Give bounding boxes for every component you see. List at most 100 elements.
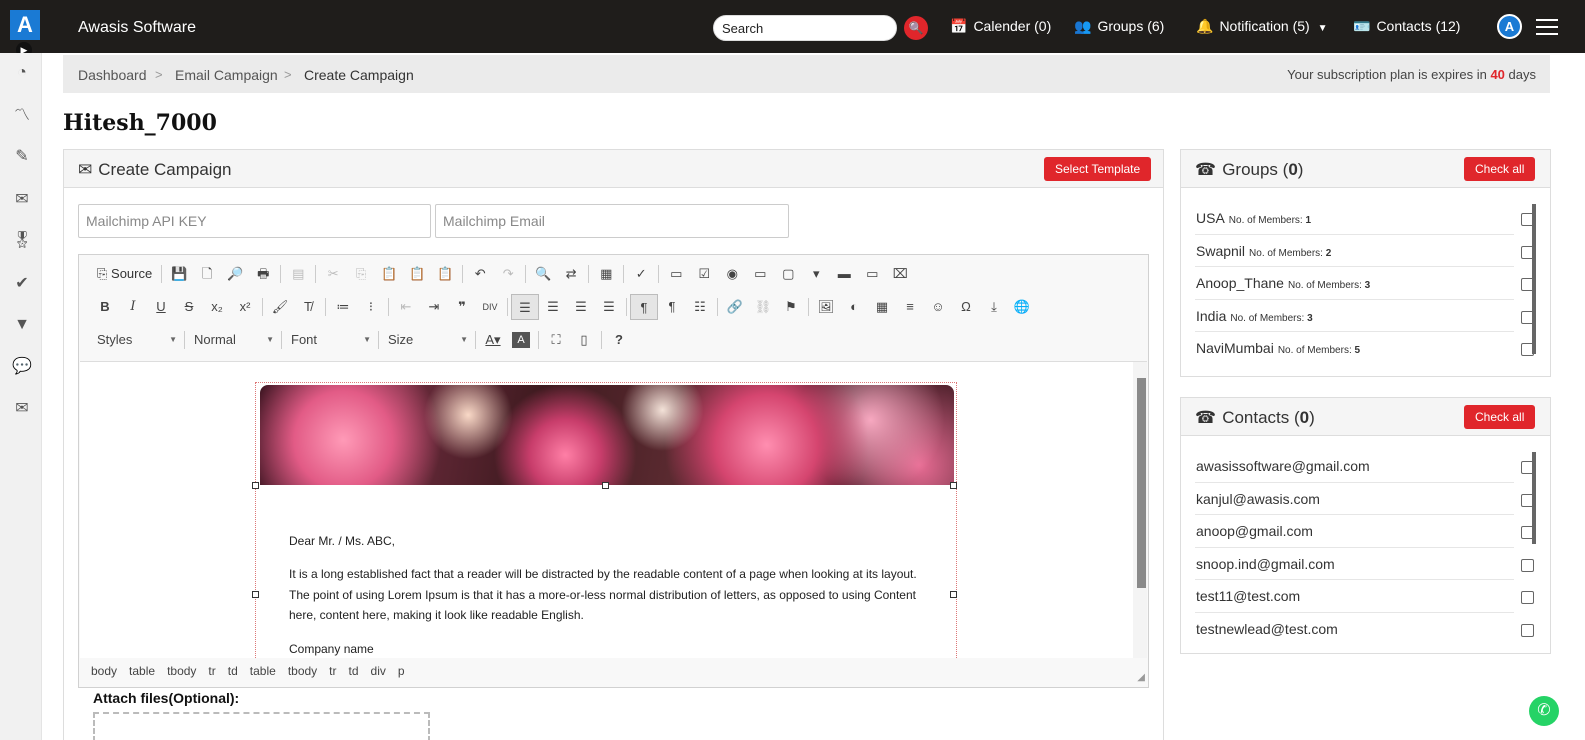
mailchimp-api-key-input[interactable] (78, 204, 431, 238)
whatsapp-icon[interactable]: ✆ (1529, 696, 1559, 726)
award-icon[interactable]: 🎖 (12, 231, 32, 251)
path-item[interactable]: tr (208, 664, 215, 678)
user-avatar[interactable]: A (1497, 14, 1522, 39)
remove-format-icon[interactable]: T̸ (294, 294, 322, 320)
mailchimp-email-input[interactable] (435, 204, 789, 238)
select-field-icon[interactable]: ▾ (802, 261, 830, 287)
edit-icon[interactable]: ✎ (12, 147, 32, 167)
templates-icon[interactable]: ▤ (284, 261, 312, 287)
contact-checkbox[interactable] (1521, 558, 1534, 572)
email-paragraph[interactable]: It is a long established fact that a rea… (289, 564, 917, 626)
iframe-globe-icon[interactable]: 🌐 (1008, 294, 1036, 320)
styles-combo[interactable]: Styles ▼ (91, 329, 181, 351)
breadcrumb-email-campaign[interactable]: Email Campaign (175, 67, 278, 83)
breadcrumb-dashboard[interactable]: Dashboard (78, 67, 147, 83)
path-item[interactable]: div (371, 664, 386, 678)
checkbox-icon[interactable]: ☑ (690, 261, 718, 287)
path-item[interactable]: td (228, 664, 238, 678)
maximize-icon[interactable]: ⛶ (542, 327, 570, 353)
smiley-icon[interactable]: ☺ (924, 294, 952, 320)
resize-handle[interactable] (252, 591, 259, 598)
paste-word-icon[interactable]: 📋 (431, 261, 459, 287)
select-all-icon[interactable]: ▦ (592, 261, 620, 287)
search-input[interactable] (722, 16, 892, 40)
size-combo[interactable]: Size ▼ (382, 329, 472, 351)
find-icon[interactable]: 🔍 (529, 261, 557, 287)
align-right-icon[interactable]: ☰ (567, 294, 595, 320)
resize-handle[interactable] (950, 482, 957, 489)
show-blocks-icon[interactable]: ▯ (570, 327, 598, 353)
align-left-icon[interactable]: ☰ (511, 294, 539, 320)
analytics-icon[interactable]: 〽 (12, 106, 32, 126)
groups-check-all-button[interactable]: Check all (1464, 157, 1536, 181)
language-icon[interactable]: ☷ (686, 294, 714, 320)
image-button-icon[interactable]: ▭ (858, 261, 886, 287)
paste-text-icon[interactable]: 📋 (403, 261, 431, 287)
path-item[interactable]: p (398, 664, 405, 678)
path-item[interactable]: table (250, 664, 276, 678)
contact-checkbox[interactable] (1521, 591, 1534, 604)
path-item[interactable]: tbody (288, 664, 317, 678)
source-button[interactable]: ⎘ Source (91, 266, 158, 282)
flash-icon[interactable]: ◐ (840, 294, 868, 320)
text-direction-rtl-icon[interactable]: ¶ (658, 294, 686, 320)
font-combo[interactable]: Font ▼ (285, 329, 375, 351)
file-drop-zone[interactable] (93, 712, 430, 740)
path-item[interactable]: tbody (167, 664, 196, 678)
form-icon[interactable]: ▭ (662, 261, 690, 287)
table-icon[interactable]: ▦ (868, 294, 896, 320)
indent-icon[interactable]: ⇥ (420, 294, 448, 320)
superscript-icon[interactable]: x² (231, 294, 259, 320)
bg-color-icon[interactable]: A (512, 332, 530, 348)
div-container-icon[interactable]: DIV (476, 294, 504, 320)
subscript-icon[interactable]: x₂ (203, 294, 231, 320)
hidden-field-icon[interactable]: ⌧ (886, 261, 914, 287)
email-check-icon[interactable]: ✉ (12, 190, 32, 210)
contacts-scrollbar[interactable] (1532, 452, 1536, 544)
justify-icon[interactable]: ☰ (595, 294, 623, 320)
spellcheck-icon[interactable]: ✓ (627, 261, 655, 287)
bold-icon[interactable]: B (91, 294, 119, 320)
help-icon[interactable]: ? (605, 327, 633, 353)
editor-content-area[interactable]: Dear Mr. / Ms. ABC, It is a long establi… (80, 361, 1147, 658)
editor-resize-grip[interactable]: ◢ (1137, 672, 1145, 683)
horizontal-rule-icon[interactable]: ≡ (896, 294, 924, 320)
textfield-icon[interactable]: ▭ (746, 261, 774, 287)
groups-scrollbar[interactable] (1532, 204, 1536, 354)
path-item[interactable]: td (349, 664, 359, 678)
text-direction-ltr-icon[interactable]: ¶ (630, 294, 658, 320)
link-icon[interactable]: 🔗 (721, 294, 749, 320)
redo-icon[interactable]: ↷ (494, 261, 522, 287)
radio-icon[interactable]: ◉ (718, 261, 746, 287)
contacts-check-all-button[interactable]: Check all (1464, 405, 1536, 429)
text-color-icon[interactable]: A▾ (479, 327, 507, 353)
resize-handle[interactable] (950, 591, 957, 598)
select-template-button[interactable]: Select Template (1044, 157, 1152, 181)
hamburger-menu-icon[interactable] (1536, 19, 1558, 35)
nav-notification[interactable]: 🔔 Notification (5) ▼ (1196, 18, 1328, 35)
contact-checkbox[interactable] (1521, 623, 1534, 637)
app-logo[interactable]: A (10, 10, 40, 40)
outdent-icon[interactable]: ⇤ (392, 294, 420, 320)
cut-icon[interactable]: ✂ (319, 261, 347, 287)
underline-icon[interactable]: U (147, 294, 175, 320)
filter-icon[interactable]: ▼ (12, 315, 32, 335)
paste-icon[interactable]: 📋 (375, 261, 403, 287)
print-icon[interactable]: 🖶 (249, 261, 277, 287)
copy-icon[interactable]: ⎘ (347, 261, 375, 287)
button-field-icon[interactable]: ▬ (830, 261, 858, 287)
resize-handle[interactable] (252, 482, 259, 489)
path-item[interactable]: body (91, 664, 117, 678)
special-char-icon[interactable]: Ω (952, 294, 980, 320)
align-center-icon[interactable]: ☰ (539, 294, 567, 320)
replace-icon[interactable]: ⇄ (557, 261, 585, 287)
image-icon[interactable]: 🖼 (812, 294, 840, 320)
chat-icon[interactable]: 💬 (12, 357, 32, 377)
dashboard-icon[interactable]: ◔ (12, 63, 32, 83)
email-company-name[interactable]: Company name (289, 639, 374, 658)
format-combo[interactable]: Normal ▼ (188, 329, 278, 351)
mail-icon[interactable]: ✉ (12, 399, 32, 419)
nav-groups[interactable]: 👥 Groups (6) (1074, 18, 1164, 35)
preview-icon[interactable]: 🔎 (221, 261, 249, 287)
path-item[interactable]: tr (329, 664, 336, 678)
